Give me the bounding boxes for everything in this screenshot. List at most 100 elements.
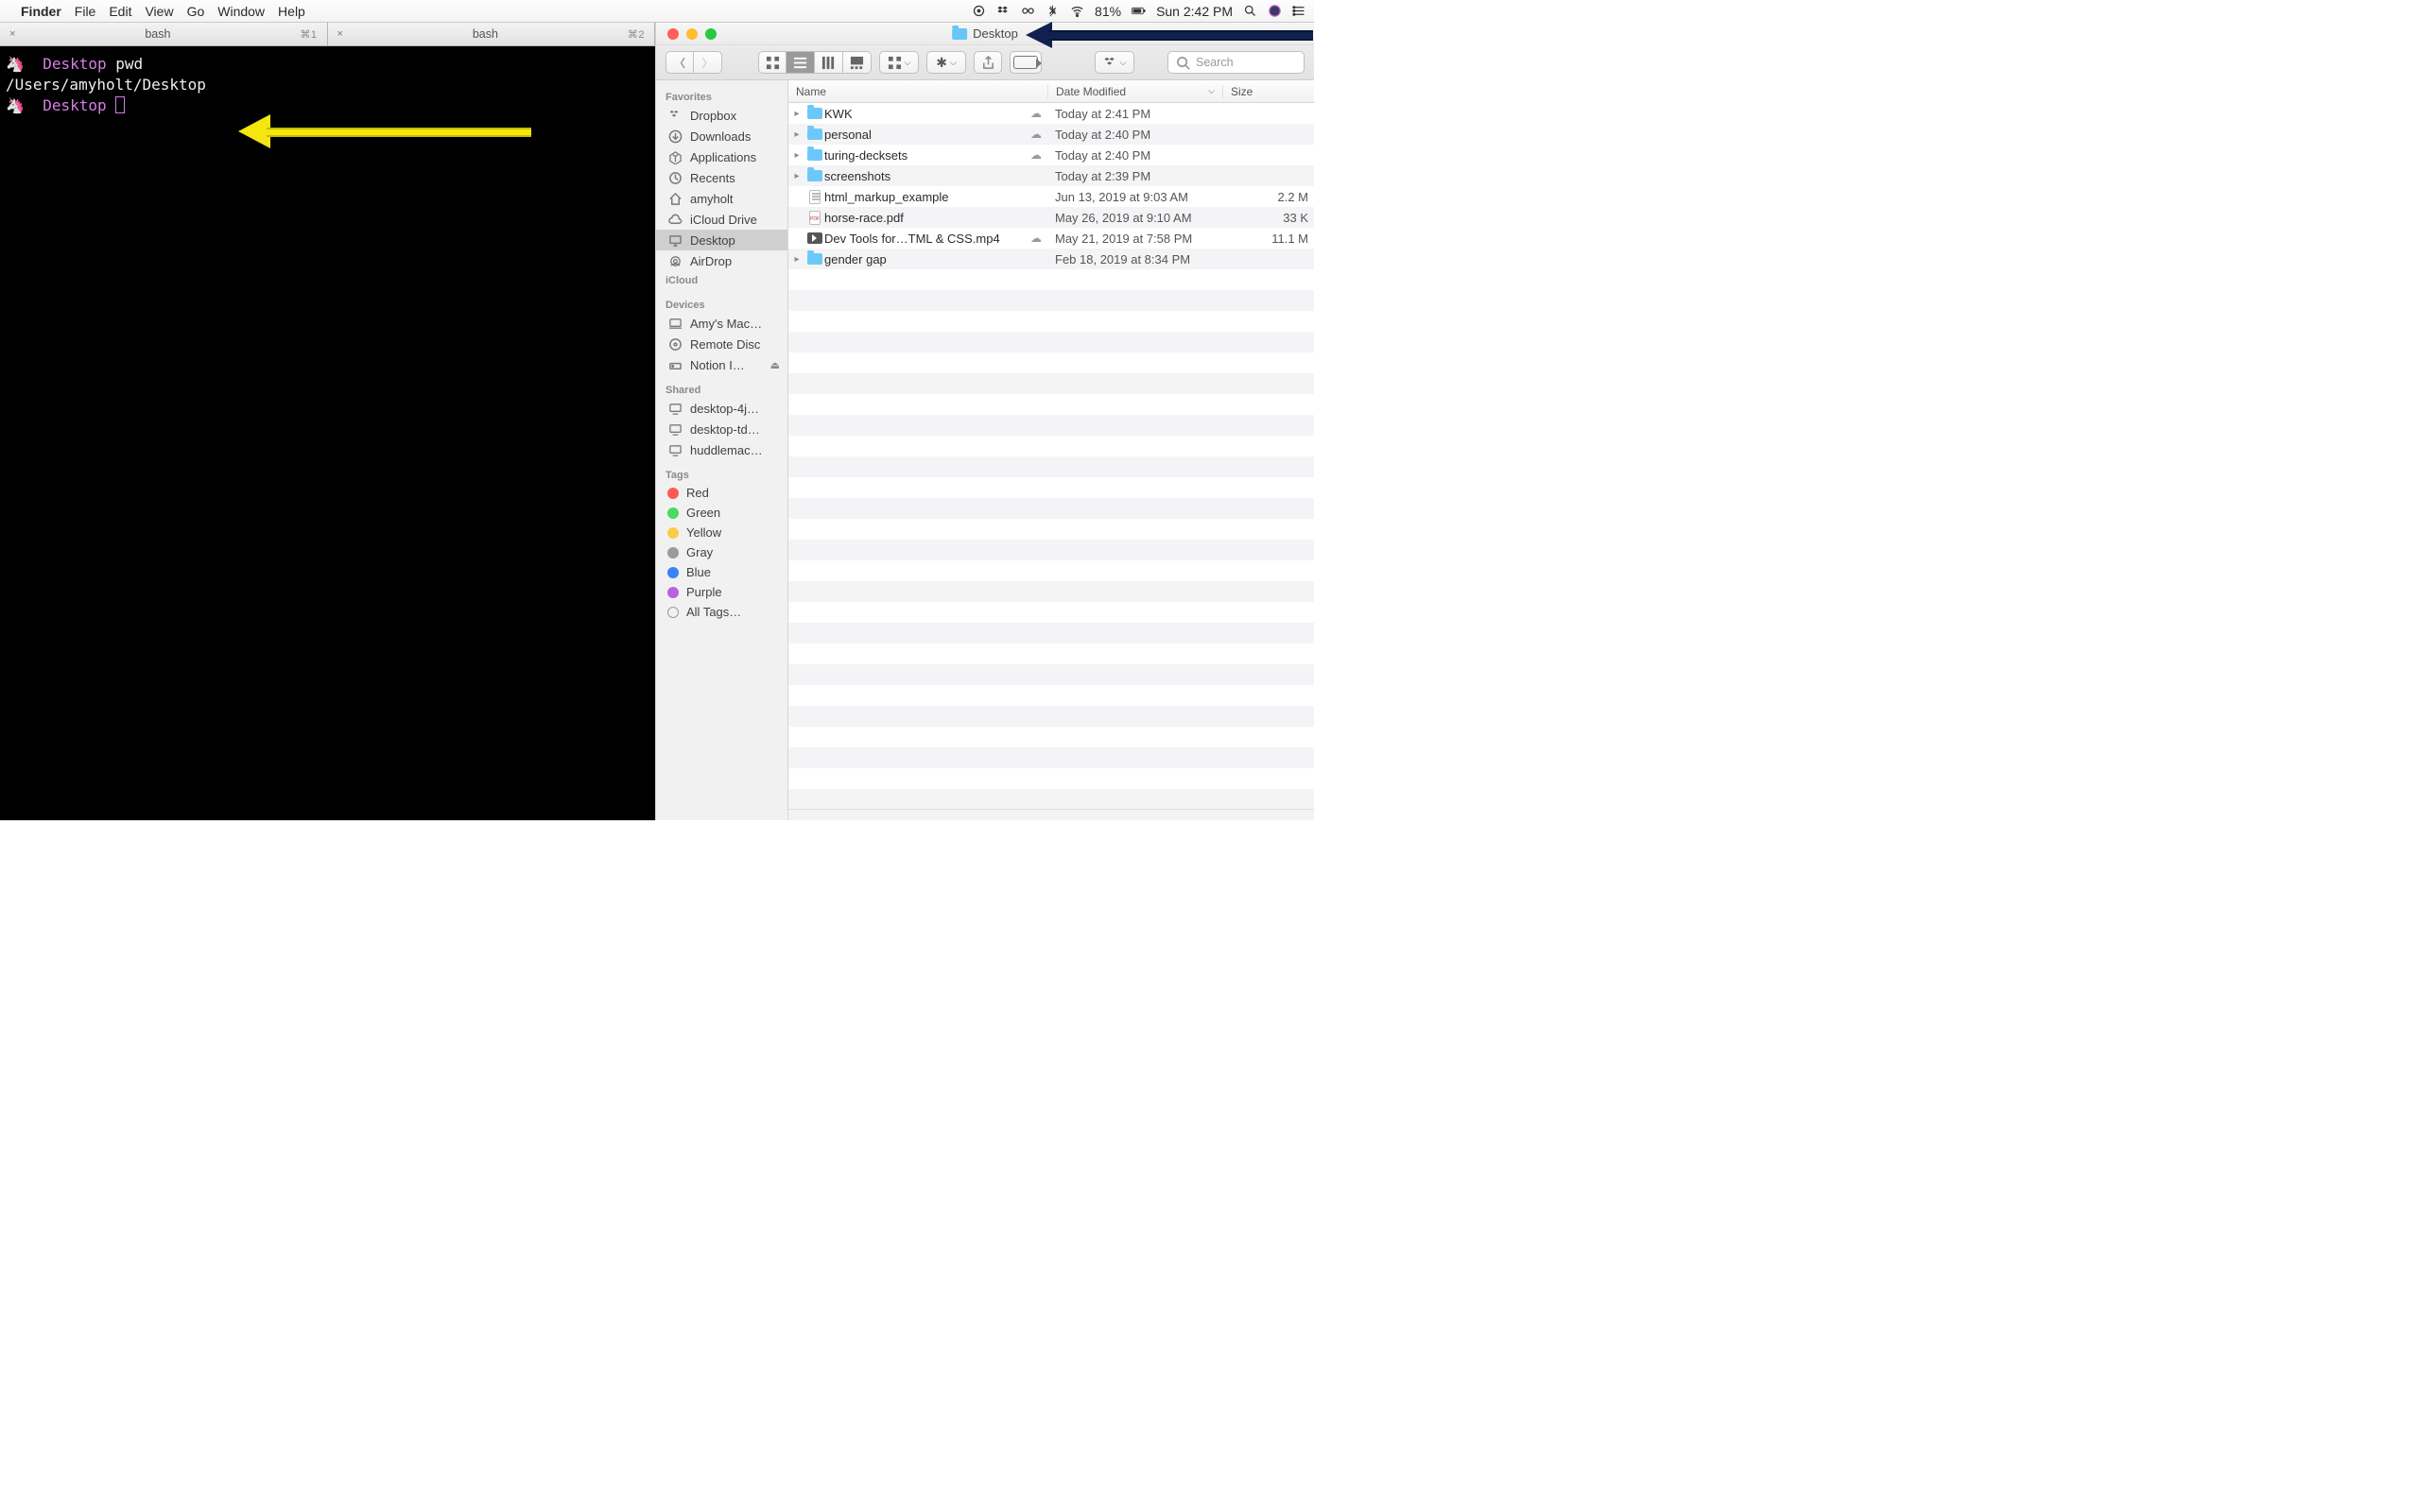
sidebar-tag[interactable]: Red <box>656 483 787 503</box>
sidebar-item[interactable]: Downloads <box>656 126 787 146</box>
file-row[interactable]: ▸turing-decksets☁Today at 2:40 PM <box>788 145 1314 165</box>
menu-help[interactable]: Help <box>278 4 305 19</box>
file-row[interactable]: ▸gender gapFeb 18, 2019 at 8:34 PM <box>788 249 1314 269</box>
menu-file[interactable]: File <box>75 4 96 19</box>
column-view-button[interactable] <box>815 51 843 74</box>
expand-icon[interactable]: ▸ <box>788 129 805 140</box>
menu-view[interactable]: View <box>145 4 173 19</box>
file-name: turing-decksets <box>824 148 1025 163</box>
terminal-window: × bash ⌘1 × bash ⌘2 🦄 Desktop pwd /Users… <box>0 23 655 820</box>
sidebar-item[interactable]: Amy's Mac… <box>656 313 787 334</box>
sidebar-item[interactable]: Applications <box>656 146 787 167</box>
tags-button[interactable] <box>1010 51 1042 74</box>
file-size: 11.1 M <box>1223 232 1314 246</box>
close-window-button[interactable] <box>667 28 679 40</box>
prompt-dir: Desktop <box>43 96 106 114</box>
menu-go[interactable]: Go <box>187 4 205 19</box>
close-icon[interactable]: × <box>9 28 15 40</box>
folder-icon <box>807 170 822 181</box>
column-date[interactable]: Date Modified⌵ <box>1048 85 1223 98</box>
finder-titlebar[interactable]: Desktop <box>656 23 1314 44</box>
search-input[interactable]: Search <box>1167 51 1305 74</box>
share-button[interactable] <box>974 51 1002 74</box>
dropbox-icon[interactable] <box>996 4 1011 18</box>
list-view-button[interactable] <box>786 51 815 74</box>
sidebar-item[interactable]: iCloud Drive <box>656 209 787 230</box>
terminal-body[interactable]: 🦄 Desktop pwd /Users/amyholt/Desktop 🦄 D… <box>0 46 655 820</box>
sidebar-item[interactable]: Remote Disc <box>656 334 787 354</box>
back-button[interactable]: 〈 <box>666 51 694 74</box>
close-icon[interactable]: × <box>337 28 343 40</box>
sidebar-tag[interactable]: Blue <box>656 562 787 582</box>
expand-icon[interactable]: ▸ <box>788 109 805 119</box>
siri-icon[interactable] <box>1268 4 1282 18</box>
sidebar-tag[interactable]: All Tags… <box>656 602 787 622</box>
sidebar-tag[interactable]: Yellow <box>656 523 787 542</box>
empty-row <box>788 352 1314 373</box>
eject-icon[interactable]: ⏏ <box>770 359 780 371</box>
minimize-window-button[interactable] <box>686 28 698 40</box>
sidebar-tag[interactable]: Green <box>656 503 787 523</box>
column-size[interactable]: Size <box>1223 85 1314 98</box>
menu-edit[interactable]: Edit <box>109 4 131 19</box>
expand-icon[interactable]: ▸ <box>788 171 805 181</box>
mac-icon <box>667 316 683 331</box>
column-name[interactable]: Name <box>788 85 1048 98</box>
sidebar-header-favorites: Favorites <box>656 88 787 105</box>
gallery-view-button[interactable] <box>843 51 872 74</box>
dropbox-toolbar-button[interactable]: ⌵ <box>1095 51 1134 74</box>
file-row[interactable]: ▸screenshotsToday at 2:39 PM <box>788 165 1314 186</box>
bluetooth-icon[interactable] <box>1046 4 1060 18</box>
arrange-button[interactable]: ⌵ <box>879 51 919 74</box>
sidebar-item[interactable]: amyholt <box>656 188 787 209</box>
spotlight-icon[interactable] <box>1243 4 1257 18</box>
sidebar-tag[interactable]: Purple <box>656 582 787 602</box>
sidebar-item[interactable]: Notion I…⏏ <box>656 354 787 375</box>
file-name: screenshots <box>824 169 1025 183</box>
fullscreen-window-button[interactable] <box>705 28 717 40</box>
file-row[interactable]: ▸personal☁Today at 2:40 PM <box>788 124 1314 145</box>
terminal-tab-1[interactable]: × bash ⌘1 <box>0 23 328 45</box>
cloud-download-icon[interactable]: ☁ <box>1025 148 1047 162</box>
sidebar-item[interactable]: Dropbox <box>656 105 787 126</box>
clock[interactable]: Sun 2:42 PM <box>1156 4 1233 19</box>
sidebar-item-label: Dropbox <box>690 109 736 123</box>
terminal-cursor <box>115 96 125 113</box>
file-date: Today at 2:41 PM <box>1047 107 1223 121</box>
sidebar-item[interactable]: huddlemac… <box>656 439 787 460</box>
app-name[interactable]: Finder <box>21 4 61 19</box>
record-icon[interactable] <box>972 4 986 18</box>
horizontal-scrollbar[interactable] <box>788 809 1314 820</box>
glasses-icon[interactable] <box>1021 4 1035 18</box>
expand-icon[interactable]: ▸ <box>788 150 805 161</box>
file-row[interactable]: html_markup_exampleJun 13, 2019 at 9:03 … <box>788 186 1314 207</box>
folder-icon <box>807 108 822 119</box>
file-date: May 21, 2019 at 7:58 PM <box>1047 232 1223 246</box>
folder-icon <box>807 129 822 140</box>
file-row[interactable]: Dev Tools for…TML & CSS.mp4☁May 21, 2019… <box>788 228 1314 249</box>
sidebar-tag[interactable]: Gray <box>656 542 787 562</box>
cloud-download-icon[interactable]: ☁ <box>1025 107 1047 120</box>
sidebar-item[interactable]: desktop-td… <box>656 419 787 439</box>
terminal-output: /Users/amyholt/Desktop <box>6 75 649 95</box>
cloud-download-icon[interactable]: ☁ <box>1025 128 1047 141</box>
cloud-download-icon[interactable]: ☁ <box>1025 232 1047 245</box>
icon-view-button[interactable] <box>758 51 786 74</box>
sidebar-item[interactable]: Recents <box>656 167 787 188</box>
sidebar-item[interactable]: desktop-4j… <box>656 398 787 419</box>
battery-icon[interactable] <box>1132 4 1146 18</box>
file-row[interactable]: ▸KWK☁Today at 2:41 PM <box>788 103 1314 124</box>
sidebar-item[interactable]: Desktop <box>656 230 787 250</box>
menu-window[interactable]: Window <box>217 4 265 19</box>
sidebar-item-label: desktop-4j… <box>690 402 759 416</box>
wifi-icon[interactable] <box>1070 4 1084 18</box>
forward-button[interactable]: 〉 <box>694 51 722 74</box>
sidebar-item[interactable]: AirDrop <box>656 250 787 271</box>
empty-row <box>788 311 1314 332</box>
action-button[interactable]: ✱⌵ <box>926 51 966 74</box>
expand-icon[interactable]: ▸ <box>788 254 805 265</box>
terminal-tab-2[interactable]: × bash ⌘2 <box>328 23 656 45</box>
file-row[interactable]: horse-race.pdfMay 26, 2019 at 9:10 AM33 … <box>788 207 1314 228</box>
empty-row <box>788 602 1314 623</box>
notification-center-icon[interactable] <box>1292 4 1306 18</box>
